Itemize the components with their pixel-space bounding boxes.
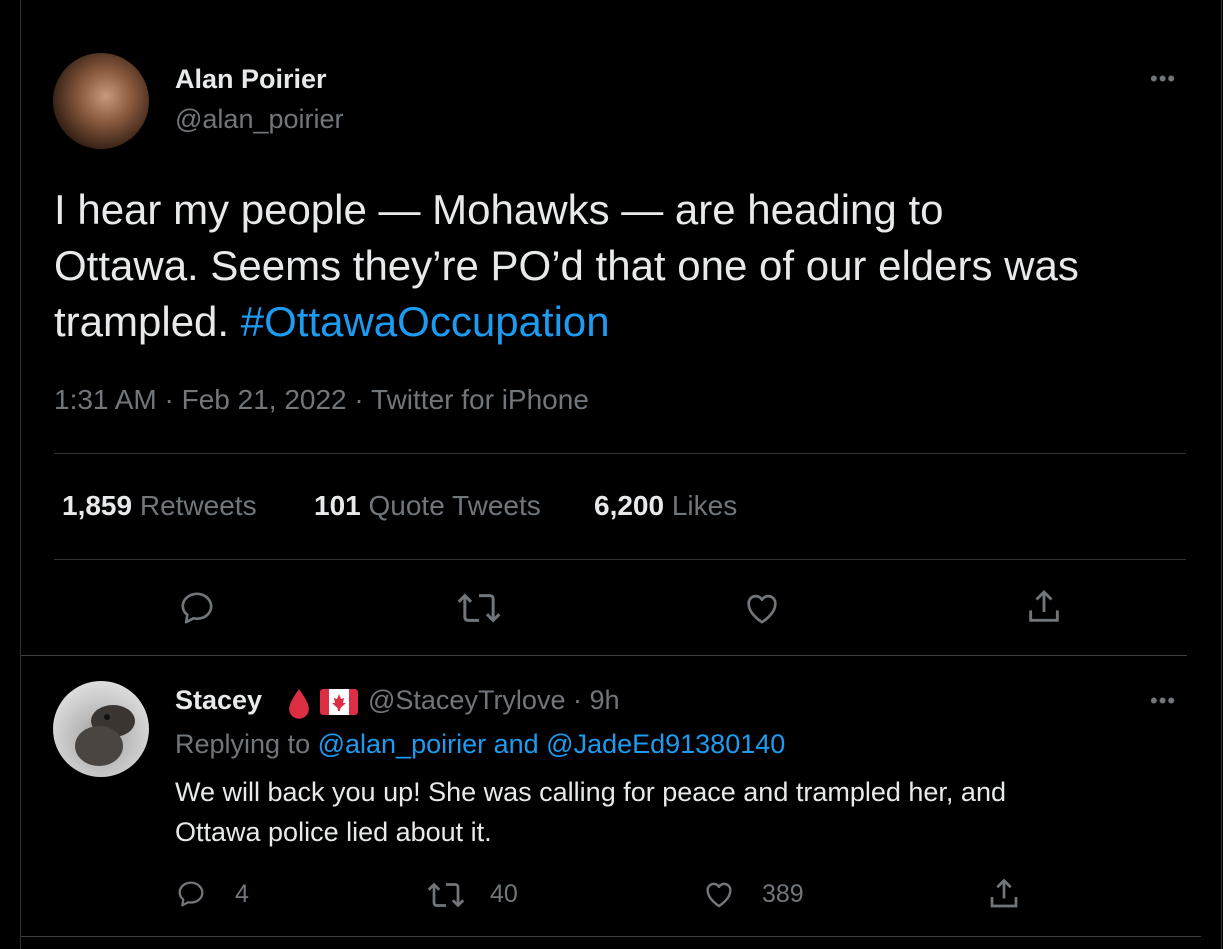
dog-photo-icon: [75, 705, 135, 766]
retweet-icon[interactable]: [426, 880, 466, 910]
divider: [54, 559, 1186, 560]
likes-count: 6,200: [594, 490, 665, 521]
quotes-label: Quote Tweets: [368, 490, 541, 521]
more-options-icon[interactable]: •••: [1150, 66, 1176, 92]
tweet-text-plain: trampled.: [54, 298, 241, 345]
reply-more-options-icon[interactable]: •••: [1150, 688, 1176, 714]
tweet-text-line-2: Ottawa. Seems they’re PO’d that one of o…: [54, 242, 1079, 289]
mention-link[interactable]: @alan_poirier: [318, 729, 487, 759]
tweet-text-line-1: I hear my people — Mohawks — are heading…: [54, 186, 944, 233]
divider: [54, 453, 1186, 454]
share-icon[interactable]: [986, 876, 1022, 912]
retweets-label: Retweets: [139, 490, 257, 521]
quotes-stat[interactable]: 101 Quote Tweets: [314, 490, 541, 522]
reply-text: We will back you up! She was calling for…: [175, 772, 1175, 852]
quotes-count: 101: [314, 490, 361, 521]
retweets-stat[interactable]: 1,859 Retweets: [62, 490, 257, 522]
reply-author-name[interactable]: Stacey: [175, 685, 262, 716]
thread-divider: [21, 655, 1187, 656]
tweet-text-line-3: trampled. #OttawaOccupation: [54, 294, 1204, 350]
retweet-icon[interactable]: [456, 590, 502, 626]
divider: [21, 936, 1201, 937]
like-count: 389: [762, 880, 804, 908]
likes-stat[interactable]: 6,200 Likes: [594, 490, 737, 522]
likes-label: Likes: [671, 490, 738, 521]
like-heart-icon[interactable]: [741, 588, 783, 628]
author-avatar[interactable]: [53, 53, 149, 149]
reply-icon[interactable]: [176, 588, 218, 628]
tweet-metadata[interactable]: 1:31 AM · Feb 21, 2022 · Twitter for iPh…: [54, 384, 589, 416]
reply-text-line-2: Ottawa police lied about it.: [175, 817, 492, 847]
tweet-text: I hear my people — Mohawks — are heading…: [54, 182, 1204, 350]
author-handle[interactable]: @alan_poirier: [175, 104, 344, 135]
replying-prefix: Replying to: [175, 729, 318, 759]
mention-link[interactable]: @JadeEd91380140: [546, 729, 785, 759]
retweet-count: 40: [490, 880, 518, 908]
reply-author-name-text: Stacey: [175, 685, 263, 715]
blood-drop-icon: [289, 689, 309, 719]
retweets-count: 1,859: [62, 490, 133, 521]
hashtag-link[interactable]: #OttawaOccupation: [241, 298, 610, 345]
canada-flag-icon: [320, 689, 358, 715]
share-icon[interactable]: [1024, 586, 1064, 628]
reply-text-line-1: We will back you up! She was calling for…: [175, 777, 1006, 807]
reply-author-handle[interactable]: @StaceyTrylove · 9h: [368, 685, 620, 716]
like-heart-icon[interactable]: [701, 877, 737, 911]
replying-to: Replying to @alan_poirier and @JadeEd913…: [175, 729, 785, 760]
reply-icon[interactable]: [174, 878, 208, 910]
reply-count: 4: [235, 880, 249, 908]
and-text: and: [486, 729, 547, 759]
author-name[interactable]: Alan Poirier: [175, 64, 327, 95]
reply-author-avatar[interactable]: [53, 681, 149, 777]
